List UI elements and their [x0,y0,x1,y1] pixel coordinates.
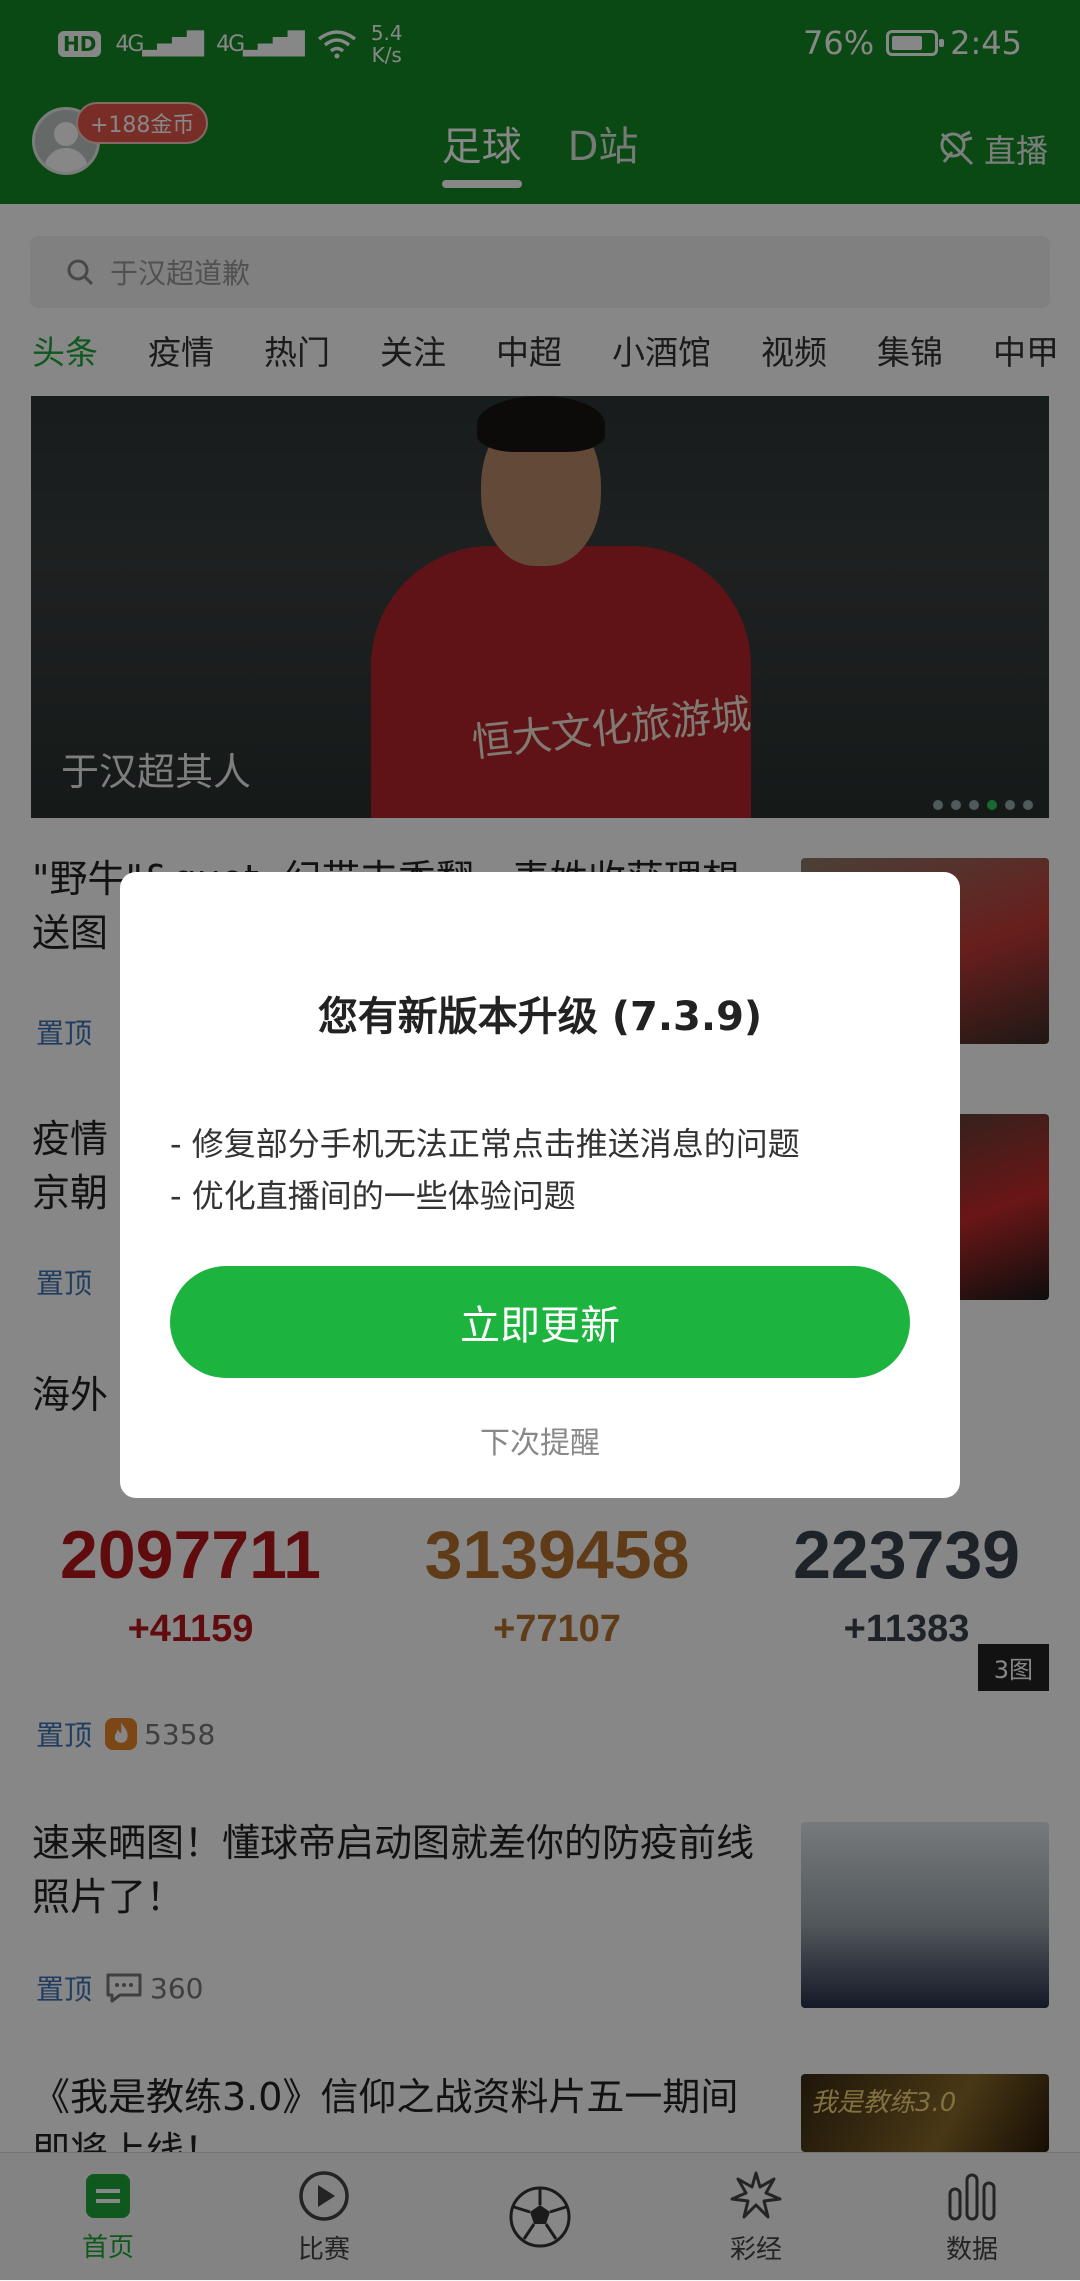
release-notes: - 修复部分手机无法正常点击推送消息的问题 - 优化直播间的一些体验问题 [170,1118,800,1222]
release-note-item: - 优化直播间的一些体验问题 [170,1177,576,1215]
release-note-item: - 修复部分手机无法正常点击推送消息的问题 [170,1125,800,1163]
dialog-title: 您有新版本升级 (7.3.9) [317,994,763,1040]
update-now-button[interactable]: 立即更新 [170,1266,910,1378]
remind-later-button[interactable]: 下次提醒 [120,1418,960,1462]
update-dialog: 您有新版本升级 (7.3.9) - 修复部分手机无法正常点击推送消息的问题 - … [120,872,960,1498]
